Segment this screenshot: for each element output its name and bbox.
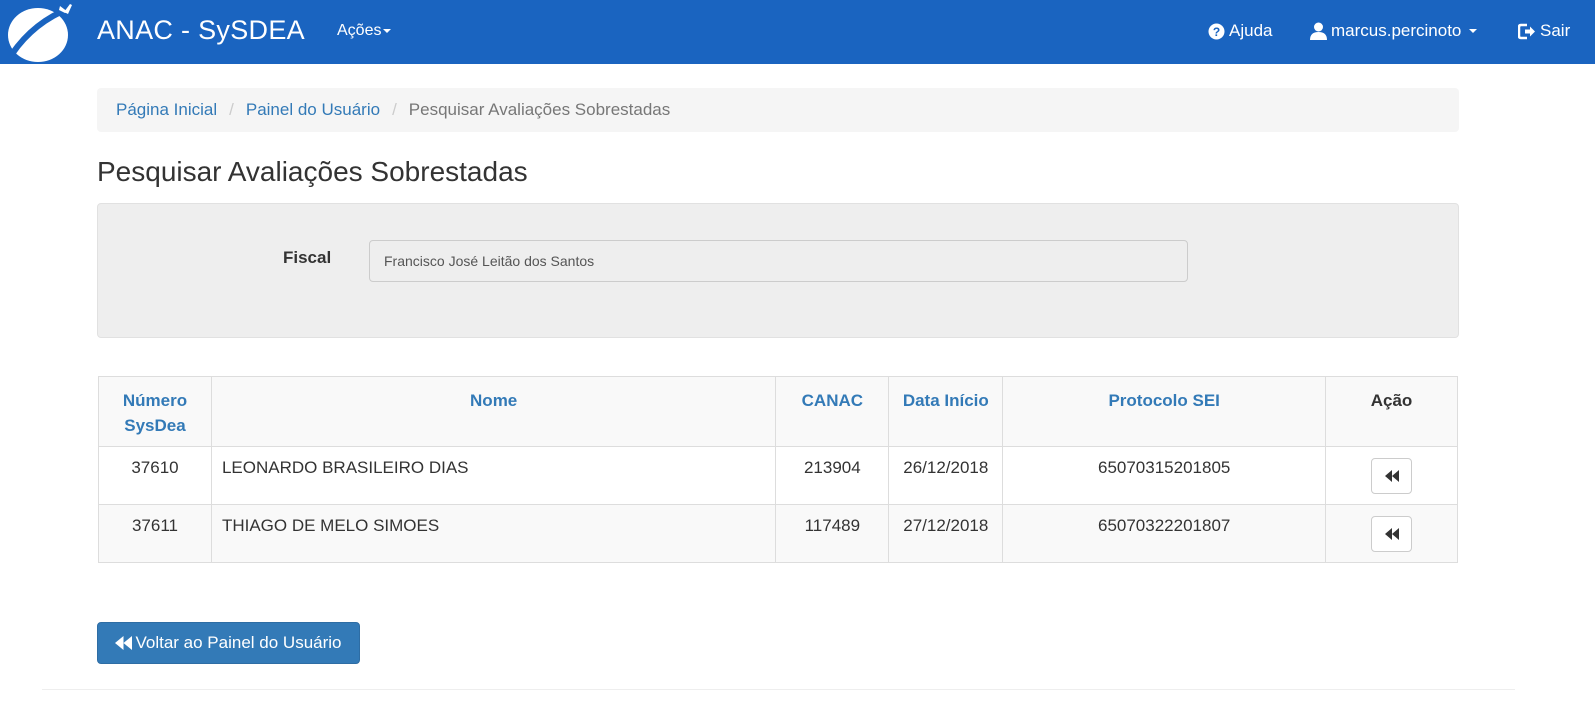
caret-down-icon: [383, 28, 392, 33]
back-button-label: Voltar ao Painel do Usuário: [135, 633, 342, 652]
user-icon: [1310, 22, 1327, 40]
cell-protocolo: 65070322201807: [1002, 504, 1327, 563]
fiscal-field[interactable]: [369, 240, 1188, 282]
cell-acao: [1325, 504, 1458, 563]
results-table: Número SysDea Nome CANAC Data Início Pro…: [98, 376, 1458, 563]
cell-protocolo: 65070315201805: [1002, 446, 1327, 505]
column-header-acao: Ação: [1325, 376, 1458, 447]
cell-numero: 37611: [98, 504, 212, 563]
column-header-nome[interactable]: Nome: [210, 376, 777, 447]
caret-down-icon: [1469, 29, 1478, 33]
breadcrumb-user-panel-link[interactable]: Painel do Usuário: [246, 100, 380, 120]
svg-text:?: ?: [1213, 25, 1220, 39]
breadcrumb-separator: /: [392, 100, 397, 119]
logout-icon: [1518, 23, 1535, 39]
table-row: 37611 THIAGO DE MELO SIMOES 117489 27/12…: [98, 504, 1458, 563]
anac-logo-icon[interactable]: [4, 2, 74, 62]
back-to-user-panel-button[interactable]: Voltar ao Painel do Usuário: [97, 622, 360, 664]
nav-user-menu[interactable]: marcus.percinoto: [1310, 21, 1478, 41]
footer-divider: [42, 689, 1515, 690]
nav-exit-label: Sair: [1540, 21, 1571, 40]
nav-user-label: marcus.percinoto: [1331, 21, 1462, 40]
backward-icon: [1384, 528, 1399, 540]
nav-help-link[interactable]: ? Ajuda: [1208, 21, 1272, 41]
backward-icon: [1384, 470, 1399, 482]
nav-menu-acoes[interactable]: Ações: [337, 22, 392, 40]
backward-icon: [115, 636, 133, 650]
table-header-row: Número SysDea Nome CANAC Data Início Pro…: [98, 376, 1458, 447]
column-header-data-inicio[interactable]: Data Início: [888, 376, 1004, 447]
cell-canac: 213904: [775, 446, 890, 505]
breadcrumb-current: Pesquisar Avaliações Sobrestadas: [408, 100, 671, 119]
cell-data-inicio: 27/12/2018: [888, 504, 1004, 563]
fiscal-label: Fiscal: [283, 248, 332, 267]
filter-panel: Fiscal: [97, 203, 1459, 338]
table-row: 37610 LEONARDO BRASILEIRO DIAS 213904 26…: [98, 446, 1458, 505]
cell-data-inicio: 26/12/2018: [888, 446, 1004, 505]
column-header-canac[interactable]: CANAC: [775, 376, 890, 447]
breadcrumb: Página Inicial / Painel do Usuário / Pes…: [97, 88, 1459, 132]
cell-acao: [1325, 446, 1458, 505]
nav-help-label: Ajuda: [1229, 21, 1273, 40]
restore-action-button[interactable]: [1371, 458, 1413, 494]
cell-canac: 117489: [775, 504, 890, 563]
cell-nome: THIAGO DE MELO SIMOES: [210, 504, 777, 563]
nav-exit-link[interactable]: Sair: [1518, 21, 1595, 41]
cell-nome: LEONARDO BRASILEIRO DIAS: [210, 446, 777, 505]
column-header-protocolo-sei[interactable]: Protocolo SEI: [1002, 376, 1327, 447]
brand-title[interactable]: ANAC - SySDEA: [97, 15, 305, 46]
page-title: Pesquisar Avaliações Sobrestadas: [97, 156, 528, 187]
navbar: ANAC - SySDEA Ações ? Ajuda marcus.perci…: [0, 0, 1595, 64]
breadcrumb-separator: /: [229, 100, 234, 119]
cell-numero: 37610: [98, 446, 212, 505]
question-circle-icon: ?: [1208, 23, 1225, 39]
restore-action-button[interactable]: [1371, 516, 1413, 552]
nav-menu-acoes-label: Ações: [337, 22, 382, 39]
column-header-numero-sysdea[interactable]: Número SysDea: [98, 376, 212, 447]
breadcrumb-home-link[interactable]: Página Inicial: [116, 100, 217, 120]
